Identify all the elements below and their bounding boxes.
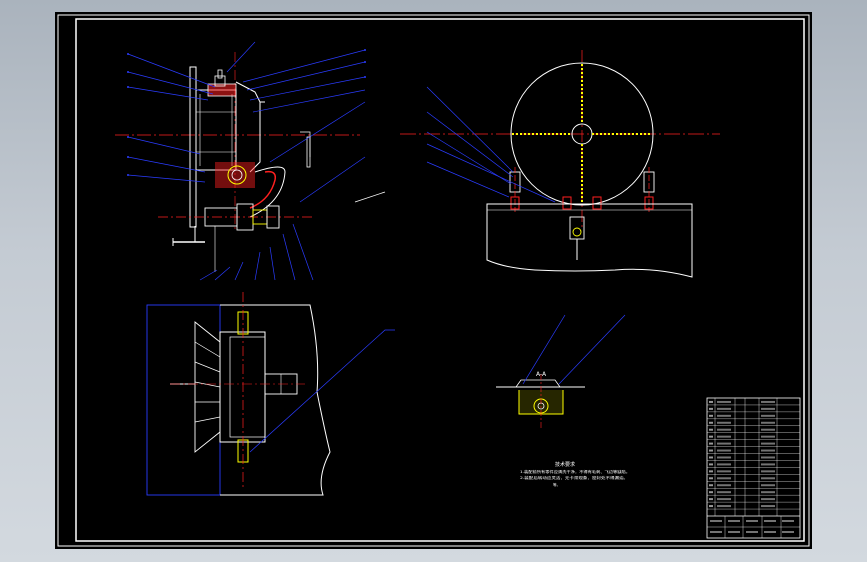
front-section-view bbox=[115, 41, 386, 281]
assembly-drawing: A-A 技术要求 1.装配前所有零件应清洗干净，不得有毛刺、飞边等缺陷。 2.装… bbox=[57, 14, 810, 547]
outer-sheet-border bbox=[57, 14, 810, 547]
side-view bbox=[400, 50, 720, 278]
section-label: A-A bbox=[536, 371, 547, 378]
title-block bbox=[706, 397, 801, 539]
notes-suffix: 等。 bbox=[553, 482, 560, 487]
notes-title: 技术要求 bbox=[555, 461, 575, 468]
technical-notes: 技术要求 1.装配前所有零件应清洗干净，不得有毛刺、飞边等缺陷。 2.装配后转动… bbox=[520, 461, 630, 487]
notes-line-1: 1.装配前所有零件应清洗干净，不得有毛刺、飞边等缺陷。 bbox=[520, 469, 630, 474]
cad-viewport[interactable]: A-A 技术要求 1.装配前所有零件应清洗干净，不得有毛刺、飞边等缺陷。 2.装… bbox=[55, 12, 812, 549]
top-view bbox=[146, 292, 395, 496]
inner-drawing-frame bbox=[75, 18, 805, 542]
section-a-a: A-A bbox=[496, 314, 626, 430]
notes-line-2: 2.装配后转动应灵活，无卡滞现象，密封处不得漏油。 bbox=[520, 475, 628, 480]
